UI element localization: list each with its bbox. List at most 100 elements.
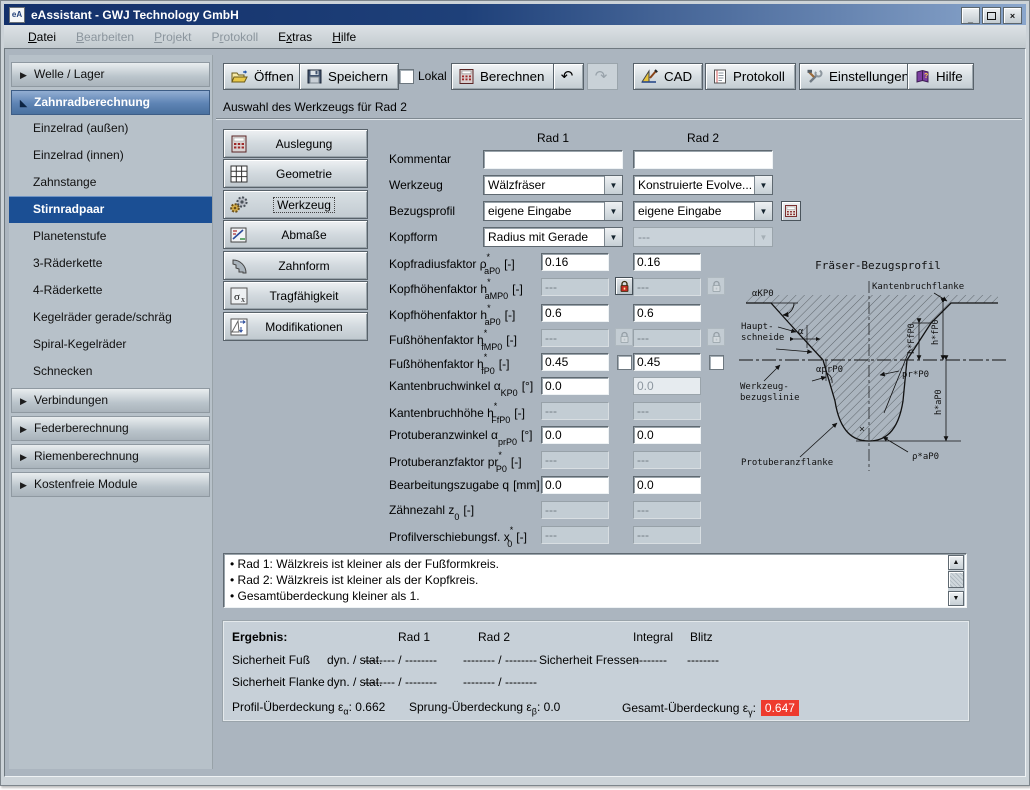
- sidebar-item-spiral-kegelr-der[interactable]: Spiral-Kegelräder: [9, 331, 212, 358]
- kopfradiusfaktor-rad2-input[interactable]: [633, 253, 701, 271]
- fu-h-henfaktor-h-rad2-input[interactable]: [633, 353, 701, 371]
- fu-h-henfaktor-h-rad2-checkbox[interactable]: [709, 355, 724, 370]
- kantenbruchwinkel-rad2-input[interactable]: [633, 377, 701, 395]
- field-label: Kopfform: [389, 230, 441, 244]
- nav-modifikationen-button[interactable]: Modifikationen: [223, 312, 368, 341]
- cad-button[interactable]: CAD: [633, 63, 703, 90]
- sidebar-item-zahnstange[interactable]: Zahnstange: [9, 169, 212, 196]
- sidebar-item-einzelrad-innen[interactable]: Einzelrad (innen): [9, 142, 212, 169]
- dropdown-arrow-icon[interactable]: ▼: [604, 202, 622, 220]
- sidebar-item-einzelrad-au-en[interactable]: Einzelrad (außen): [9, 115, 212, 142]
- bezugsprofil-rad2-dropdown[interactable]: eigene Eingabe▼: [633, 201, 773, 221]
- dropdown-arrow-icon[interactable]: ▼: [604, 176, 622, 194]
- scroll-down-icon[interactable]: ▼: [948, 591, 964, 606]
- sidebar-section-welle-lager[interactable]: ▶Welle / Lager: [11, 62, 210, 87]
- sidebar-item-schnecken[interactable]: Schnecken: [9, 358, 212, 385]
- calculator-icon: [459, 69, 474, 84]
- toothform-icon: [227, 255, 251, 276]
- reference-profile-calculator-button[interactable]: [781, 201, 801, 221]
- maximize-button[interactable]: [982, 7, 1001, 24]
- protuberanzwinkel-rad2-input[interactable]: [633, 426, 701, 444]
- kommentar-rad1-input[interactable]: [483, 150, 623, 169]
- bezugsprofil-rad1-dropdown[interactable]: eigene Eingabe▼: [483, 201, 623, 221]
- dropdown-arrow-icon[interactable]: ▼: [754, 228, 772, 246]
- profilverschiebungsf-x-rad1-input[interactable]: [541, 526, 609, 544]
- kopfh-henfaktor-h-rad1-input[interactable]: [541, 304, 609, 322]
- sidebar-section-verbindungen[interactable]: ▶Verbindungen: [11, 388, 210, 413]
- z-hnezahl-z-rad1-input[interactable]: [541, 501, 609, 519]
- kopfh-henfaktor-h-rad1-lock-button[interactable]: [615, 277, 633, 295]
- sidebar-item-3-r-derkette[interactable]: 3-Räderkette: [9, 250, 212, 277]
- kopfh-henfaktor-h-rad1-input[interactable]: [541, 278, 609, 296]
- undo-button[interactable]: ↶: [553, 63, 584, 90]
- bearbeitungszugabe-q-rad2-input[interactable]: [633, 476, 701, 494]
- protuberanzfaktor-pr-rad2-input[interactable]: [633, 451, 701, 469]
- sidebar-item-4-r-derkette[interactable]: 4-Räderkette: [9, 277, 212, 304]
- profilverschiebungsf-x-rad2-input[interactable]: [633, 526, 701, 544]
- sidebar-section-kostenfreie-module[interactable]: ▶Kostenfreie Module: [11, 472, 210, 497]
- padlock-icon: [711, 331, 722, 344]
- kopfform-rad1-dropdown[interactable]: Radius mit Gerade▼: [483, 227, 623, 247]
- kantenbruchh-he-h-rad1-input[interactable]: [541, 402, 609, 420]
- menu-protokoll[interactable]: Protokoll: [201, 27, 268, 47]
- protocol-button[interactable]: Protokoll: [705, 63, 796, 90]
- fu-h-henfaktor-h-rad1-input[interactable]: [541, 353, 609, 371]
- nav-zahnform-button[interactable]: Zahnform: [223, 251, 368, 280]
- kopfh-henfaktor-h-rad2-input[interactable]: [633, 278, 701, 296]
- kopfradiusfaktor-rad1-input[interactable]: [541, 253, 609, 271]
- nav-auslegung-button[interactable]: Auslegung: [223, 129, 368, 158]
- fu-h-henfaktor-h-rad1-input[interactable]: [541, 329, 609, 347]
- nav-geometrie-button[interactable]: Geometrie: [223, 159, 368, 188]
- sidebar-item-stirnradpaar[interactable]: Stirnradpaar: [9, 196, 212, 223]
- menu-extras[interactable]: Extras: [268, 27, 322, 47]
- menu-datei[interactable]: Datei: [18, 27, 66, 47]
- fu-h-henfaktor-h-rad2-input[interactable]: [633, 329, 701, 347]
- field-label: Kopfhöhenfaktor h*aP0[-]: [389, 306, 515, 324]
- werkzeug-rad2-dropdown[interactable]: Konstruierte Evolve...▼: [633, 175, 773, 195]
- local-checkbox[interactable]: [399, 69, 414, 84]
- redo-button[interactable]: ↷: [587, 63, 618, 90]
- nav-werkzeug-button[interactable]: Werkzeug: [223, 190, 368, 219]
- open-button[interactable]: Öffnen: [223, 63, 305, 90]
- kopfh-henfaktor-h-rad2-input[interactable]: [633, 304, 701, 322]
- protuberanzwinkel-rad1-input[interactable]: [541, 426, 609, 444]
- bearbeitungszugabe-q-rad1-input[interactable]: [541, 476, 609, 494]
- sidebar-section-riemenberechnung[interactable]: ▶Riemenberechnung: [11, 444, 210, 469]
- sidebar-item-planetenstufe[interactable]: Planetenstufe: [9, 223, 212, 250]
- z-hnezahl-z-rad2-input[interactable]: [633, 501, 701, 519]
- nav-tragf-higkeit-button[interactable]: σxTragfähigkeit: [223, 281, 368, 310]
- sidebar-section-federberechnung[interactable]: ▶Federberechnung: [11, 416, 210, 441]
- werkzeug-rad1-dropdown[interactable]: Wälzfräser▼: [483, 175, 623, 195]
- menu-projekt[interactable]: Projekt: [144, 27, 201, 47]
- kantenbruchh-he-h-rad2-input[interactable]: [633, 402, 701, 420]
- dropdown-arrow-icon[interactable]: ▼: [604, 228, 622, 246]
- sidebar-section-zahnradberechnung[interactable]: ◣Zahnradberechnung: [11, 90, 210, 115]
- kantenbruchwinkel-rad1-input[interactable]: [541, 377, 609, 395]
- fu-h-henfaktor-h-rad1-lock-button[interactable]: [615, 328, 633, 346]
- protuberanzfaktor-pr-rad1-input[interactable]: [541, 451, 609, 469]
- minimize-button[interactable]: _: [961, 7, 980, 24]
- menu-bearbeiten[interactable]: Bearbeiten: [66, 27, 144, 47]
- dropdown-arrow-icon[interactable]: ▼: [754, 202, 772, 220]
- kopfform-rad2-dropdown[interactable]: ---▼: [633, 227, 773, 247]
- kopfh-henfaktor-h-rad2-lock-button[interactable]: [707, 277, 725, 295]
- scrollbar-thumb[interactable]: [948, 571, 964, 588]
- padlock-icon: [711, 280, 722, 293]
- fu-h-henfaktor-h-rad2-lock-button[interactable]: [707, 328, 725, 346]
- kommentar-rad2-input[interactable]: [633, 150, 773, 169]
- message-scrollbar[interactable]: ▲ ▼: [948, 555, 965, 606]
- sidebar-label: Verbindungen: [34, 393, 108, 407]
- fu-h-henfaktor-h-rad1-checkbox[interactable]: [617, 355, 632, 370]
- sidebar-label: 4-Räderkette: [33, 283, 102, 297]
- save-button[interactable]: Speichern: [299, 63, 399, 90]
- settings-button[interactable]: Einstellungen: [799, 63, 920, 90]
- sidebar-item-kegelr-der-gerade-schr-g[interactable]: Kegelräder gerade/schräg: [9, 304, 212, 331]
- calculate-button[interactable]: Berechnen: [451, 63, 555, 90]
- nav-abma-e-button[interactable]: Abmaße: [223, 220, 368, 249]
- dropdown-arrow-icon[interactable]: ▼: [754, 176, 772, 194]
- help-button[interactable]: ? Hilfe: [907, 63, 974, 90]
- scroll-up-icon[interactable]: ▲: [948, 555, 964, 570]
- menu-hilfe[interactable]: Hilfe: [322, 27, 366, 47]
- close-button[interactable]: ×: [1003, 7, 1022, 24]
- sidebar: ▶Welle / Lager◣ZahnradberechnungEinzelra…: [9, 55, 213, 769]
